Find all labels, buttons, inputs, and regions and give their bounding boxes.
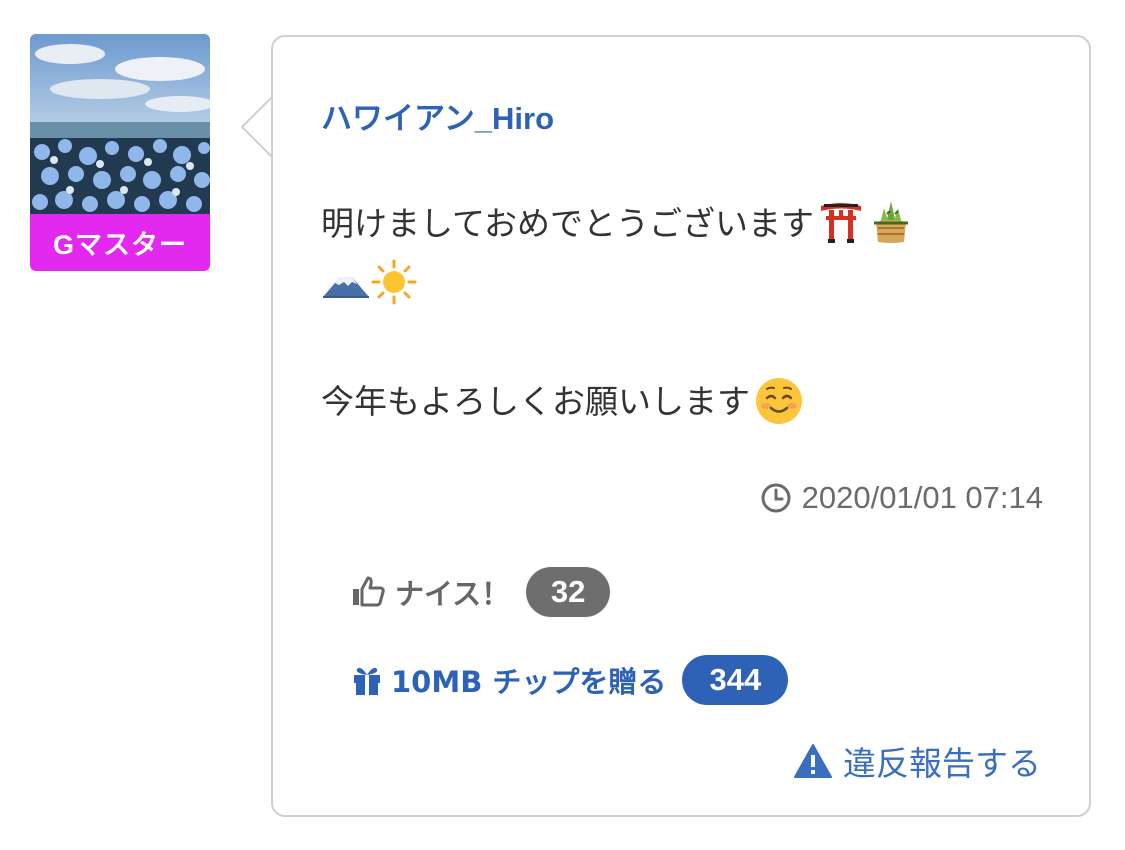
kadomatsu-icon (868, 198, 914, 244)
clock-icon (761, 483, 791, 513)
avatar[interactable]: Gマスター (30, 34, 210, 271)
message-emoji-line (321, 259, 417, 305)
post-bubble: ハワイアン_Hiro 明けましておめでとうございます 今年もよろしくお願いします… (271, 35, 1091, 817)
sun-icon (371, 259, 417, 305)
message-line: 明けましておめでとうございます (321, 197, 914, 245)
report-label: 違反報告する (843, 744, 1041, 783)
username-link[interactable]: ハワイアン_Hiro (321, 93, 554, 138)
gift-icon (354, 667, 380, 695)
message-text: 明けましておめでとうございます (321, 204, 815, 243)
thumbs-up-icon (353, 576, 385, 607)
post-timestamp: 2020/01/01 07:14 (760, 480, 1043, 516)
tip-count-badge: 344 (682, 655, 789, 705)
mount-fuji-icon (321, 259, 369, 305)
tip-label: 10MB チップを贈る (391, 665, 667, 699)
warning-icon (794, 744, 832, 778)
nice-count-badge: 32 (526, 567, 611, 617)
report-link[interactable]: 違反報告する (793, 737, 1041, 785)
nice-button[interactable]: ナイス！ 32 (351, 567, 611, 617)
send-tip-button[interactable]: 10MB チップを贈る 344 (351, 655, 789, 705)
nice-label: ナイス！ (395, 577, 511, 611)
torii-icon (818, 198, 864, 244)
smiling-face-icon (754, 376, 802, 424)
rank-badge: Gマスター (30, 214, 210, 271)
message-line: 今年もよろしくお願いします (321, 375, 802, 424)
timestamp-text: 2020/01/01 07:14 (801, 480, 1043, 515)
avatar-image (30, 34, 210, 214)
message-text: 今年もよろしくお願いします (321, 382, 750, 421)
